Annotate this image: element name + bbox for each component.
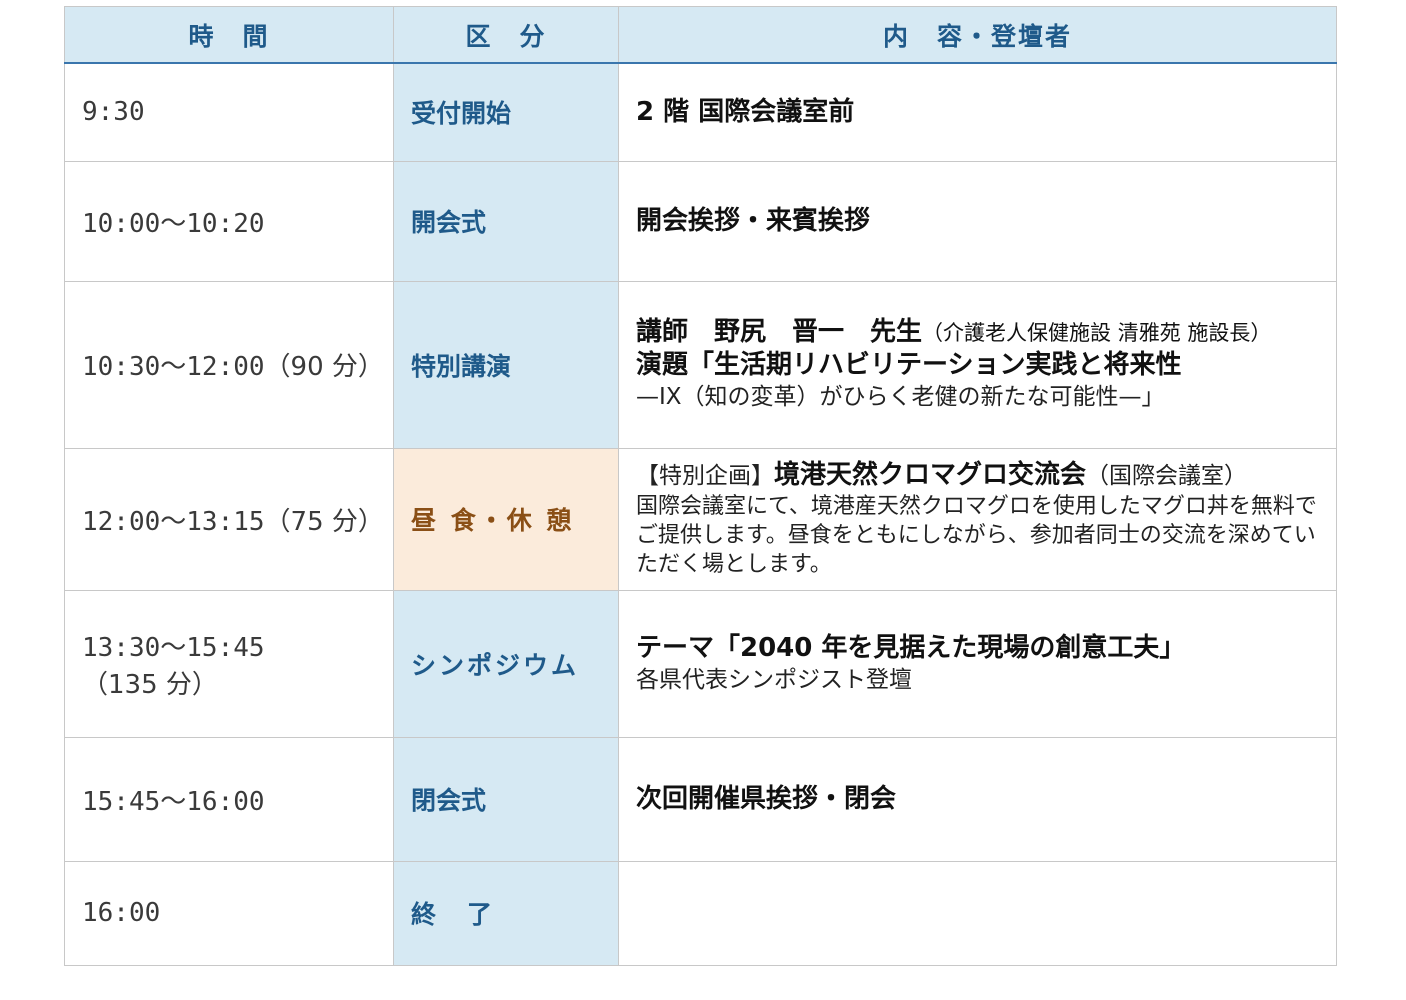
time-value: 16:00	[82, 898, 161, 928]
table-header: 時 間 区 分 内 容・登壇者	[64, 6, 1337, 64]
symposium-theme: テーマ「2040 年を見据えた現場の創意工夫」	[636, 632, 1186, 663]
lecture-title: 演題「生活期リハビリテーション実践と将来性	[636, 350, 1182, 380]
duration-value: （90 分）	[264, 352, 384, 382]
table-row: 9:30 受付開始 2 階 国際会議室前	[64, 62, 1337, 162]
time-cell: 9:30	[64, 62, 394, 162]
lecture-subtitle: —IX（知の変革）がひらく老健の新たな可能性—」	[636, 384, 1165, 410]
event-place: （国際会議室）	[1086, 463, 1248, 489]
time-cell: 13:30〜15:45 （135 分）	[64, 589, 394, 738]
content-main: 2 階 国際会議室前	[636, 97, 855, 128]
time-cell: 15:45〜16:00	[64, 736, 394, 862]
content-cell: 次回開催県挨拶・閉会	[618, 736, 1337, 862]
lecturer-name: 講師 野尻 晋一 先生	[636, 317, 923, 347]
category-cell: シンポジウム	[393, 589, 619, 738]
time-value: 13:30〜15:45	[82, 632, 265, 663]
content-main: 次回開催県挨拶・閉会	[636, 784, 897, 814]
time-value: 10:00〜10:20	[82, 208, 265, 239]
event-tag: 【特別企画】	[636, 463, 774, 489]
time-cell: 16:00	[64, 860, 394, 966]
lecturer-affiliation: （介護老人保健施設 清雅苑 施設長）	[922, 321, 1272, 345]
table-row: 10:30〜12:00（90 分） 特別講演 講師 野尻 晋一 先生（介護老人保…	[64, 280, 1337, 449]
category-cell: 終 了	[393, 860, 619, 966]
time-value: 9:30	[82, 97, 145, 128]
time-cell: 10:30〜12:00（90 分）	[64, 280, 394, 449]
category-cell: 開会式	[393, 160, 619, 282]
time-value: 10:30〜12:00	[82, 352, 265, 382]
header-row: 時 間 区 分 内 容・登壇者	[64, 6, 1337, 64]
time-cell: 10:00〜10:20	[64, 160, 394, 282]
duration-value: （75 分）	[264, 506, 384, 537]
table-row: 15:45〜16:00 閉会式 次回開催県挨拶・閉会	[64, 736, 1337, 862]
event-name: 境港天然クロマグロ交流会	[774, 460, 1087, 490]
content-cell: 【特別企画】境港天然クロマグロ交流会（国際会議室） 国際会議室にて、境港産天然ク…	[618, 447, 1337, 591]
category-cell-lunch: 昼 食・休 憩	[393, 447, 619, 591]
table-row: 10:00〜10:20 開会式 開会挨拶・来賓挨拶	[64, 160, 1337, 282]
content-main: 開会挨拶・来賓挨拶	[636, 206, 871, 236]
table-row: 13:30〜15:45 （135 分） シンポジウム テーマ「2040 年を見据え…	[64, 589, 1337, 738]
content-cell-empty	[618, 860, 1337, 966]
header-time: 時 間	[64, 6, 394, 64]
time-value: 12:00〜13:15	[82, 506, 265, 537]
table-row: 12:00〜13:15（75 分） 昼 食・休 憩 【特別企画】境港天然クロマグ…	[64, 447, 1337, 591]
symposium-note: 各県代表シンポジスト登壇	[636, 666, 912, 693]
content-cell: 開会挨拶・来賓挨拶	[618, 160, 1337, 282]
event-description: 国際会議室にて、境港産天然クロマグロを使用したマグロ丼を無料でご提供します。昼食…	[636, 494, 1317, 577]
content-cell: テーマ「2040 年を見据えた現場の創意工夫」 各県代表シンポジスト登壇	[618, 589, 1337, 738]
program-schedule-table: 時 間 区 分 内 容・登壇者 9:30 受付開始 2 階 国際会議室前 10:…	[64, 6, 1337, 966]
content-cell: 講師 野尻 晋一 先生（介護老人保健施設 清雅苑 施設長） 演題「生活期リハビリ…	[618, 280, 1337, 449]
category-cell: 閉会式	[393, 736, 619, 862]
time-cell: 12:00〜13:15（75 分）	[64, 447, 394, 591]
table-row: 16:00 終 了	[64, 860, 1337, 966]
category-cell: 特別講演	[393, 280, 619, 449]
time-value: 15:45〜16:00	[82, 786, 265, 817]
category-cell: 受付開始	[393, 62, 619, 162]
duration-value: （135 分）	[82, 669, 218, 700]
header-content: 内 容・登壇者	[618, 6, 1337, 64]
header-category: 区 分	[393, 6, 619, 64]
content-cell: 2 階 国際会議室前	[618, 62, 1337, 162]
